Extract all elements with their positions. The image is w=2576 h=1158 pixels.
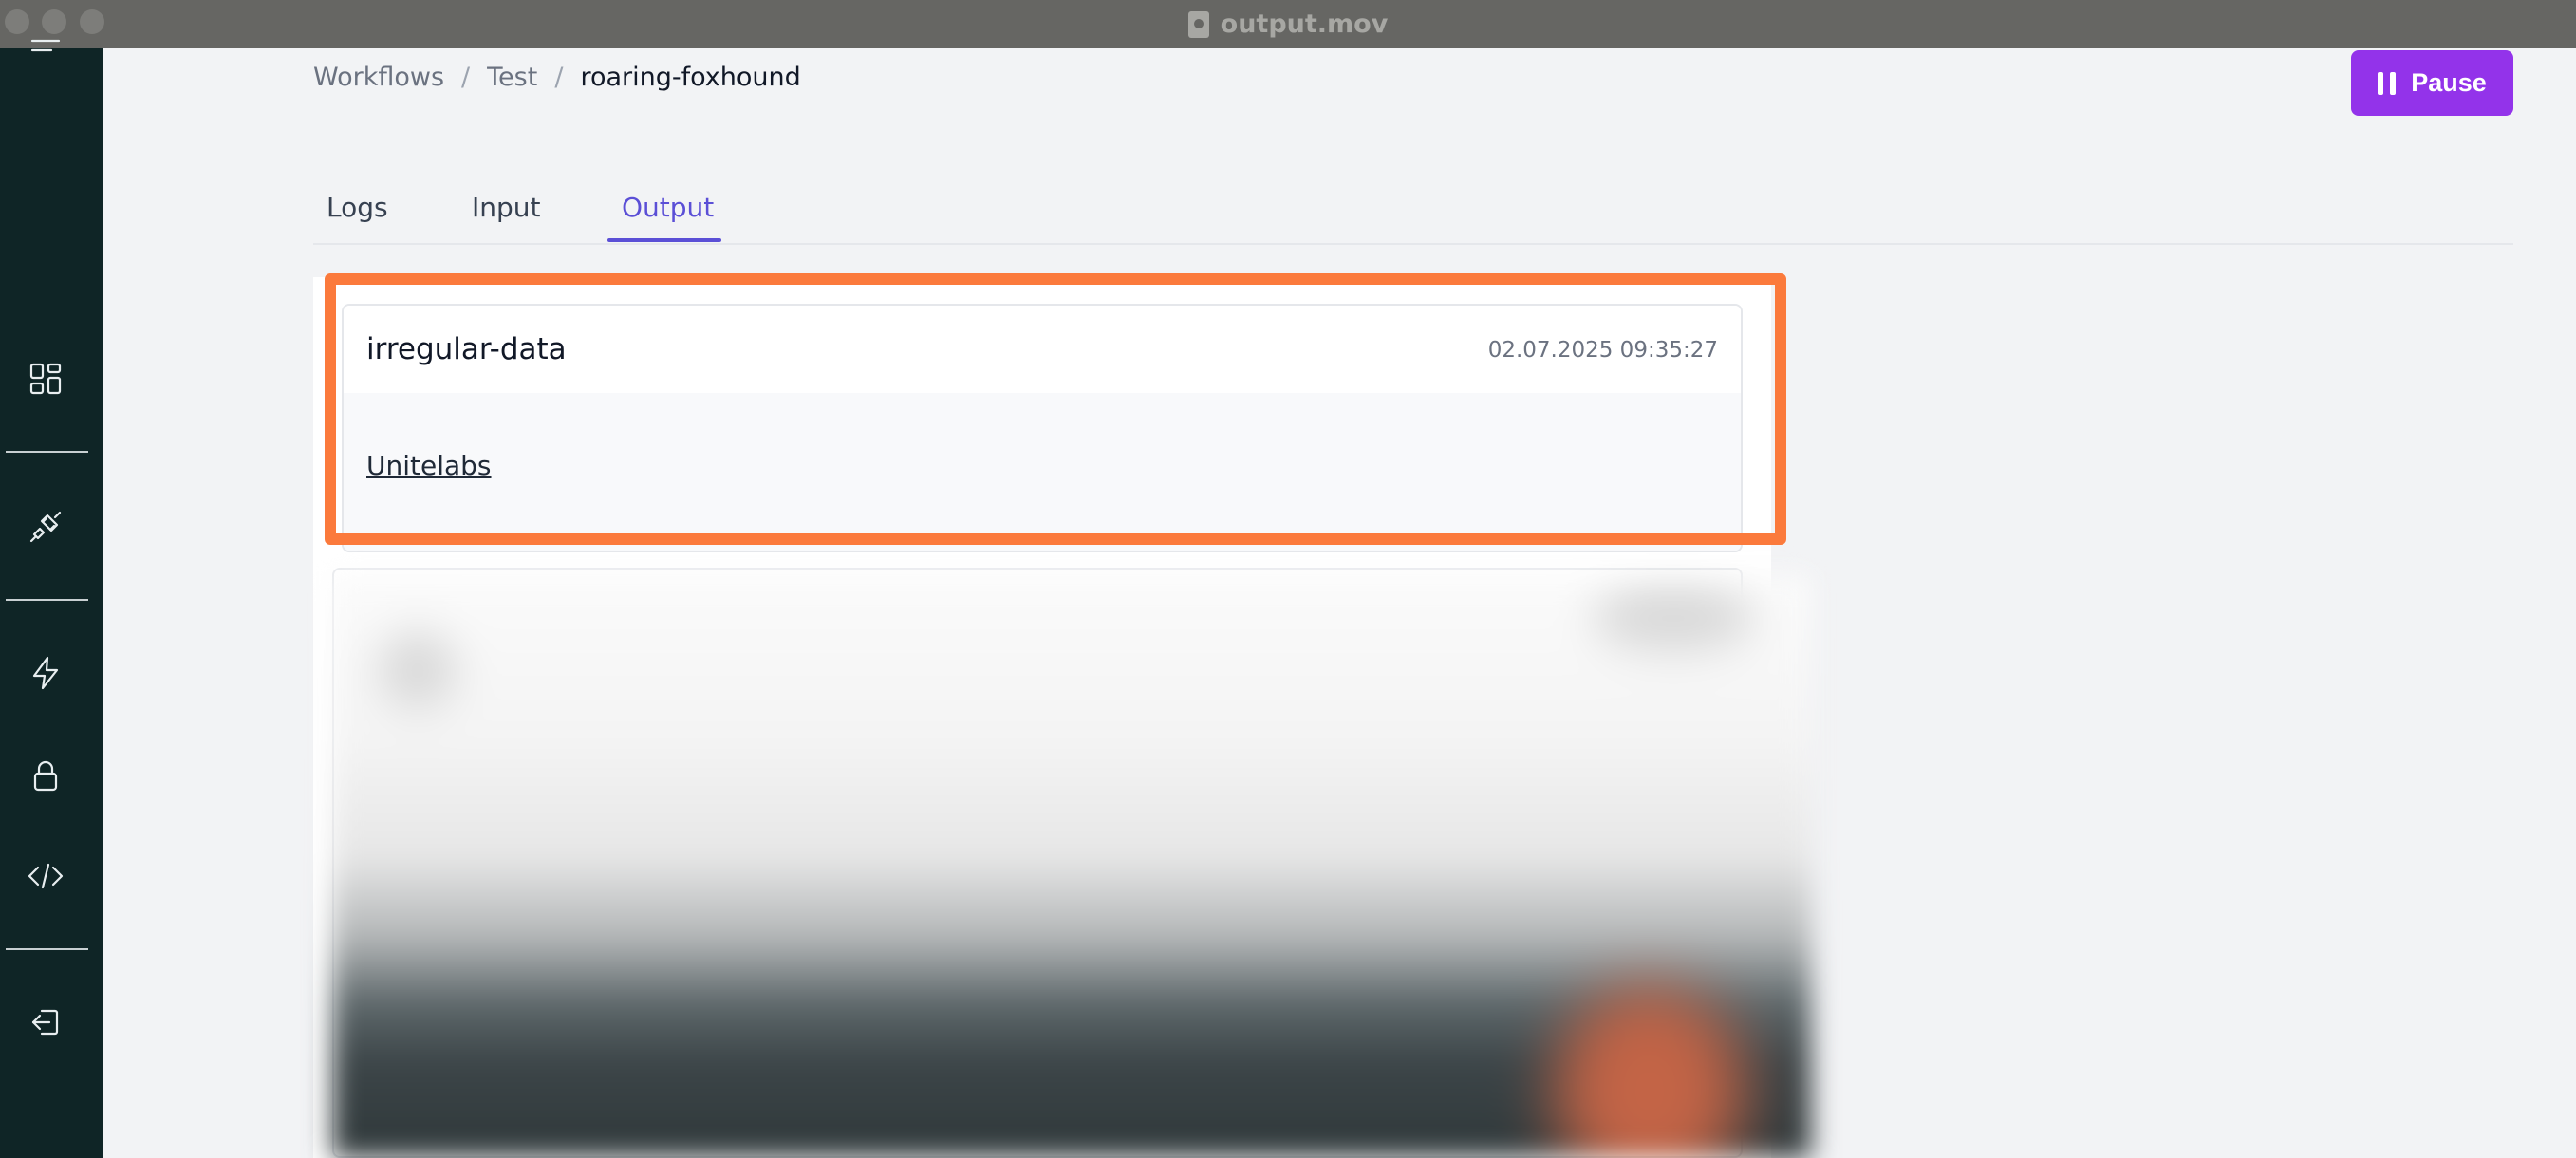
tab-logs[interactable]: Logs [327, 192, 388, 223]
grid-icon[interactable] [23, 356, 68, 402]
pause-button-label: Pause [2411, 68, 2487, 97]
code-icon[interactable] [23, 853, 68, 899]
breadcrumb-workflows[interactable]: Workflows [313, 63, 444, 92]
plug-icon[interactable] [23, 504, 68, 550]
sidebar-divider [6, 599, 88, 601]
breadcrumb-separator: / [461, 63, 471, 92]
logout-icon[interactable] [23, 999, 68, 1045]
window-titlebar: output.mov [0, 0, 2576, 48]
tab-input[interactable]: Input [472, 192, 541, 223]
tab-bar: Logs Input Output [313, 180, 2513, 245]
active-tab-indicator [607, 238, 721, 242]
sidebar-divider [6, 451, 88, 453]
highlight-box [325, 273, 1786, 545]
window-title: output.mov [1220, 9, 1389, 39]
sidebar-divider [6, 948, 88, 950]
lightning-icon[interactable] [23, 650, 68, 696]
file-icon [1187, 10, 1209, 38]
breadcrumb: Workflows / Test / roaring-foxhound [313, 63, 801, 92]
menu-icon[interactable] [23, 28, 68, 73]
pause-icon [2378, 71, 2397, 95]
breadcrumb-test[interactable]: Test [487, 63, 537, 92]
tab-output[interactable]: Output [622, 192, 714, 223]
breadcrumb-separator: / [554, 63, 564, 92]
lock-icon[interactable] [23, 753, 68, 798]
pause-button[interactable]: Pause [2351, 50, 2513, 116]
blurred-image-preview [332, 575, 1811, 1158]
sidebar [0, 39, 103, 1158]
breadcrumb-current: roaring-foxhound [580, 63, 801, 92]
